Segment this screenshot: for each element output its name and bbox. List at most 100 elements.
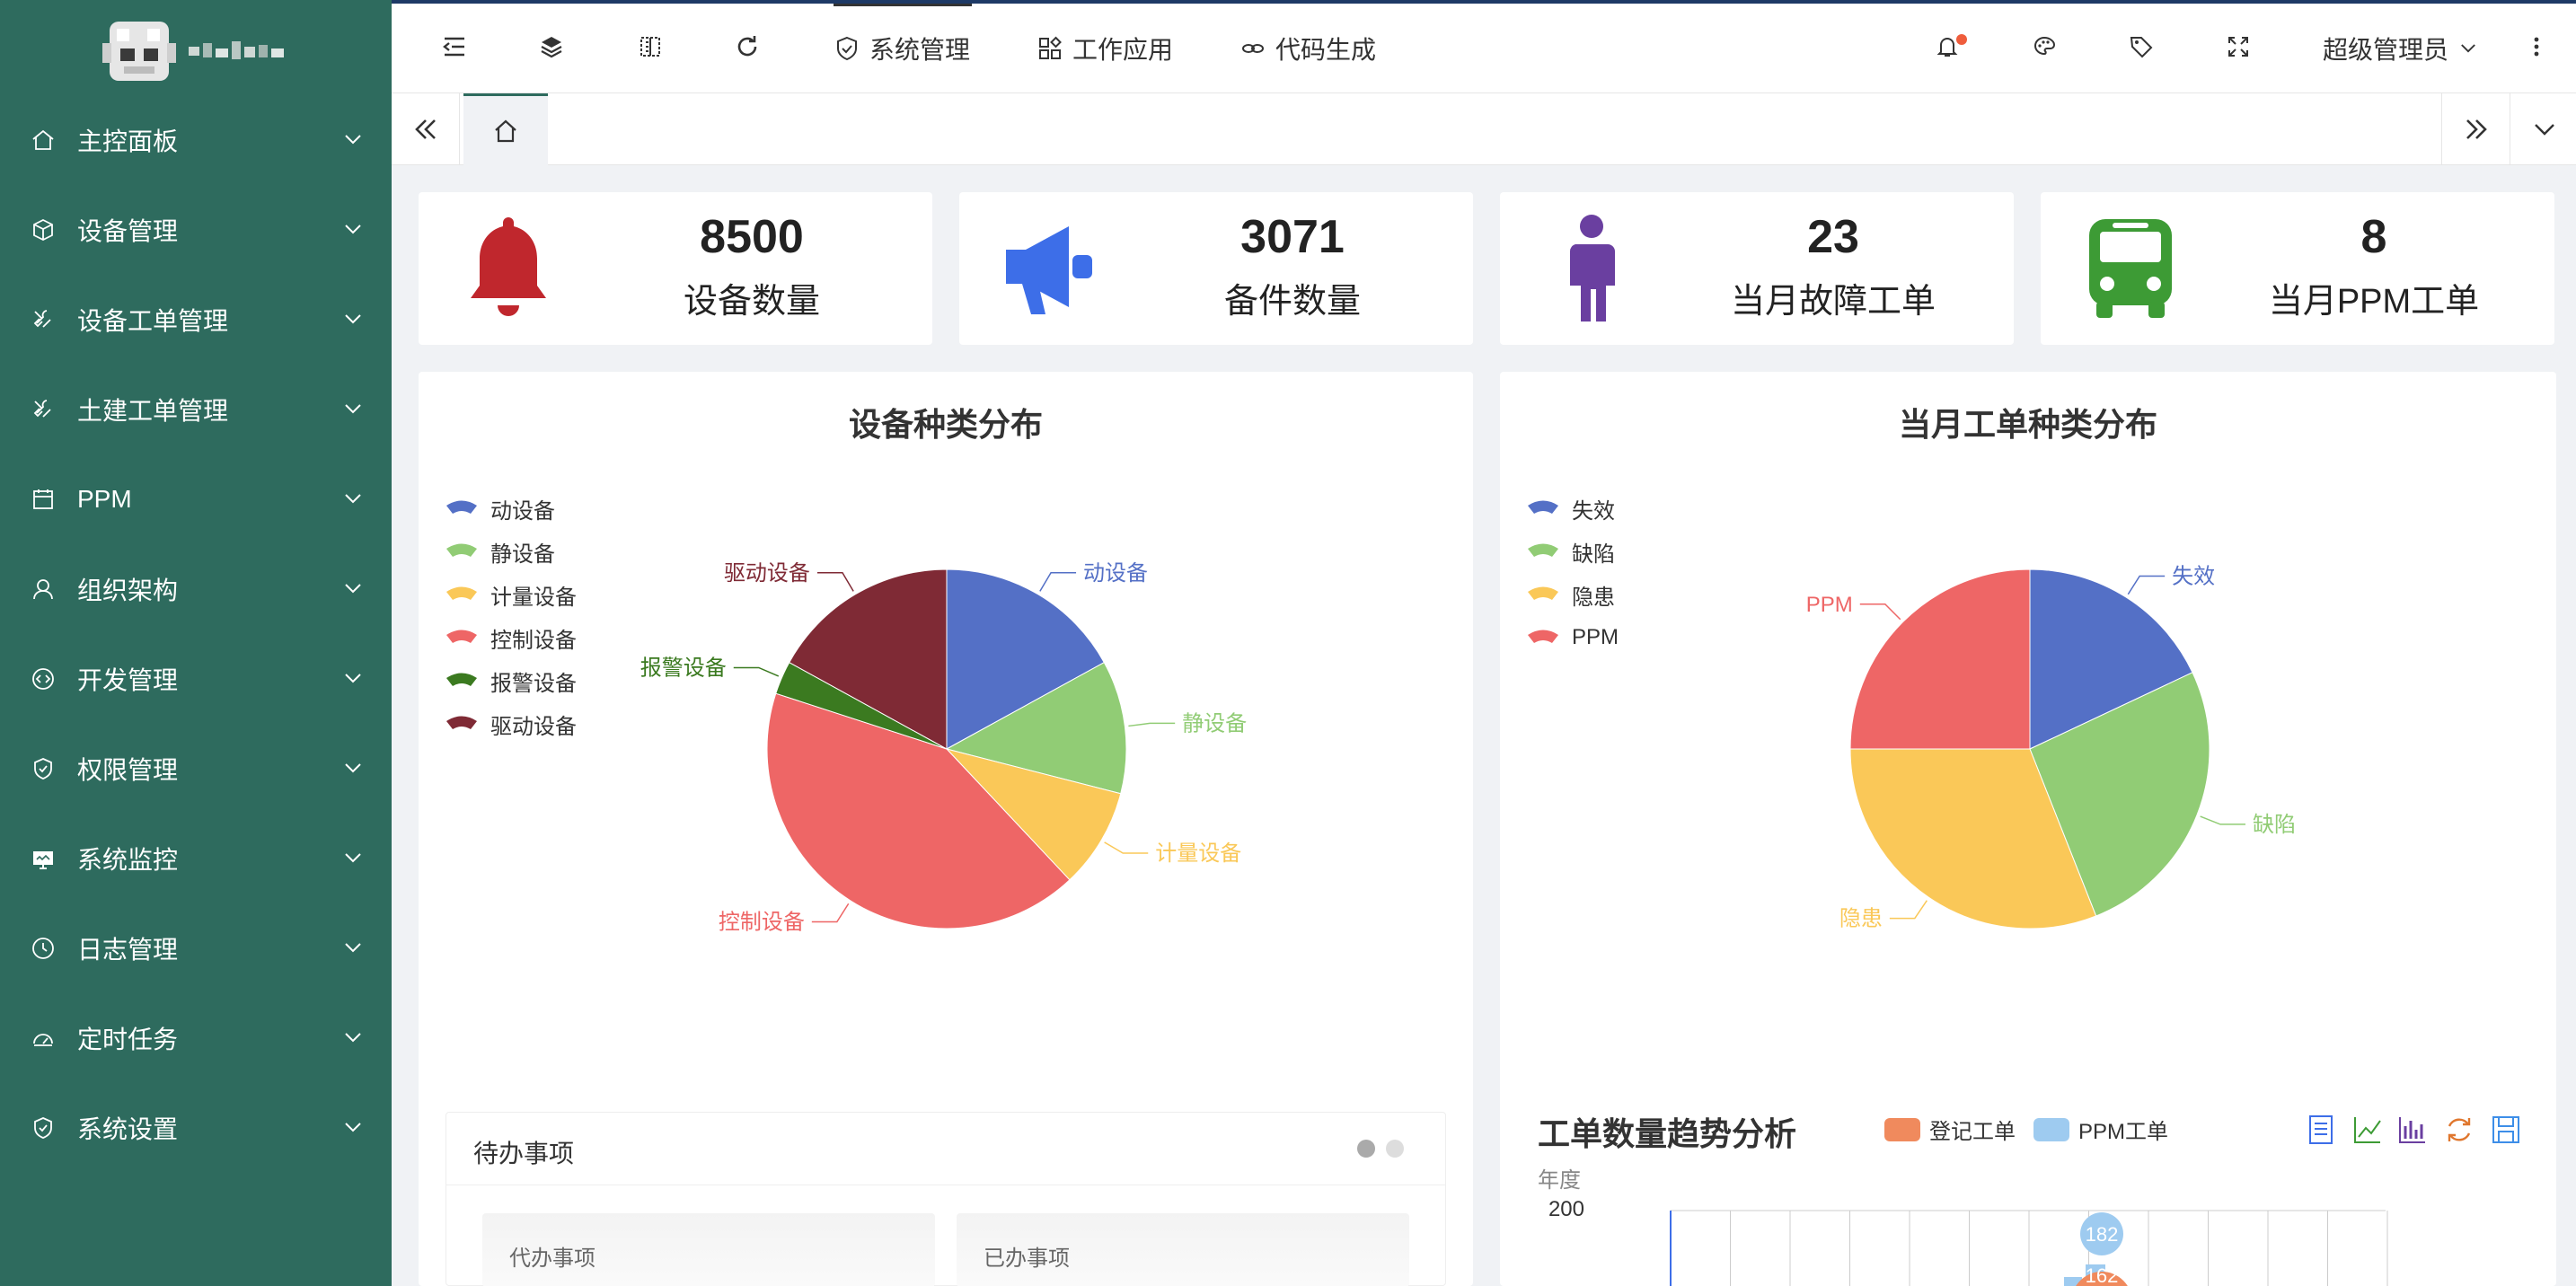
chevron-down-icon xyxy=(345,135,361,145)
sidebar-item[interactable]: 定时任务 xyxy=(0,993,392,1083)
sidebar-item[interactable]: 设备管理 xyxy=(0,185,392,275)
pie-data-label: 控制设备 xyxy=(719,911,805,935)
home-icon xyxy=(32,129,54,150)
sidebar-item-label: 开发管理 xyxy=(77,666,179,694)
chevron-down-icon xyxy=(345,494,361,504)
megaphone-icon xyxy=(1006,226,1092,314)
pie-data-label: 缺陷 xyxy=(2253,813,2296,837)
stat-value: 8 xyxy=(2360,211,2387,263)
user-menu[interactable]: 超级管理员 xyxy=(2323,31,2479,66)
nav-system-label: 系统管理 xyxy=(869,36,971,64)
pie-data-label: 动设备 xyxy=(1083,561,1148,586)
sidebar-item-label: 组织架构 xyxy=(77,577,179,604)
pending-items-label: 代办事项 xyxy=(509,1246,595,1271)
legend-registered-orders[interactable]: 登记工单 xyxy=(1884,1114,2016,1145)
fullscreen-icon[interactable] xyxy=(2222,31,2254,63)
pie-data-label: 报警设备 xyxy=(640,656,727,680)
done-items-card[interactable]: 已办事项 xyxy=(957,1213,1409,1286)
shield-icon xyxy=(34,1117,52,1139)
top-header: 系统管理 工作应用 代码生成 超级管理员 xyxy=(392,4,2576,93)
chevron-down-icon xyxy=(345,314,361,324)
tab-options-chevron-icon[interactable] xyxy=(2510,93,2576,165)
dashboard-layout-icon[interactable] xyxy=(634,31,666,63)
restore-icon[interactable] xyxy=(2443,1114,2475,1146)
more-vertical-icon[interactable] xyxy=(2520,31,2553,63)
line-chart-icon[interactable] xyxy=(2351,1114,2384,1146)
tab-scroll-right-icon[interactable] xyxy=(2441,93,2510,165)
user-name: 超级管理员 xyxy=(2323,36,2449,64)
link-icon xyxy=(1242,44,1264,53)
logo[interactable] xyxy=(0,0,392,95)
todo-panel: 待办事项 代办事项 已办事项 xyxy=(446,1112,1446,1286)
data-view-icon[interactable] xyxy=(2305,1114,2337,1146)
nav-active-indicator xyxy=(834,4,972,6)
sidebar-item[interactable]: 主控面板 xyxy=(0,95,392,185)
sidebar-item[interactable]: 系统监控 xyxy=(0,814,392,903)
nav-code-generation[interactable]: 代码生成 xyxy=(1239,31,1376,66)
pie-data-label: 计量设备 xyxy=(1155,841,1241,866)
layers-icon[interactable] xyxy=(535,31,568,63)
sidebar-item[interactable]: 权限管理 xyxy=(0,724,392,814)
pie-label-line xyxy=(1128,722,1176,727)
tag-icon[interactable] xyxy=(2125,31,2157,63)
collapse-sidebar-icon[interactable] xyxy=(438,31,471,63)
carousel-dot[interactable] xyxy=(1386,1140,1404,1158)
stat-label: 备件数量 xyxy=(1223,283,1361,321)
theme-palette-icon[interactable] xyxy=(2028,31,2060,63)
save-image-icon[interactable] xyxy=(2490,1114,2522,1146)
sidebar-item-label: 权限管理 xyxy=(77,756,179,784)
sidebar-item[interactable]: PPM xyxy=(0,454,392,544)
sidebar-item[interactable]: 系统设置 xyxy=(0,1083,392,1173)
bus-icon xyxy=(2089,219,2172,318)
logo-icon xyxy=(101,16,178,88)
carousel-dot-active[interactable] xyxy=(1357,1140,1375,1158)
pie-label-line xyxy=(811,903,850,923)
work-order-pie-chart: 失效缺陷隐患 PPM xyxy=(1806,564,2296,931)
person-icon xyxy=(1569,215,1615,322)
pie-label-line xyxy=(1859,603,1901,621)
chevron-down-icon xyxy=(345,763,361,773)
chevron-down-icon xyxy=(345,225,361,234)
sidebar-item[interactable]: 日志管理 xyxy=(0,903,392,993)
nav-system-management[interactable]: 系统管理 xyxy=(834,31,970,66)
legend-swatch xyxy=(2033,1117,2069,1141)
stat-value: 23 xyxy=(1807,211,1859,263)
pie-data-label: 隐患 xyxy=(1839,907,1883,931)
pie-label-line xyxy=(2200,815,2245,825)
calendar-icon xyxy=(33,489,53,509)
refresh-icon[interactable] xyxy=(731,31,763,63)
sidebar-item-label: 设备工单管理 xyxy=(77,307,229,335)
bar-chart-icon[interactable] xyxy=(2396,1114,2429,1146)
chevron-down-icon xyxy=(345,1123,361,1132)
sidebar-item-label: 土建工单管理 xyxy=(77,397,229,425)
pending-items-card[interactable]: 代办事项 xyxy=(482,1213,935,1286)
tab-scroll-left-icon[interactable] xyxy=(392,93,460,165)
nav-work-apps[interactable]: 工作应用 xyxy=(1037,31,1173,66)
sidebar-item[interactable]: 开发管理 xyxy=(0,634,392,724)
legend-label: PPM工单 xyxy=(2078,1120,2169,1144)
tab-home[interactable] xyxy=(463,93,548,165)
chevron-down-icon xyxy=(345,1033,361,1043)
notification-bell-icon[interactable] xyxy=(1931,31,1967,63)
stat-card-ppm-orders: 8 当月PPM工单 xyxy=(2041,192,2554,345)
sidebar-item-label: 设备管理 xyxy=(77,217,179,245)
legend-ppm-orders[interactable]: PPM工单 xyxy=(2033,1114,2168,1145)
trend-chart-subtitle: 年度 xyxy=(1538,1168,1581,1193)
notification-dot xyxy=(1956,34,1967,45)
sidebar-item-label: 主控面板 xyxy=(77,128,179,155)
sidebar-item[interactable]: 设备工单管理 xyxy=(0,275,392,365)
tab-bar xyxy=(392,93,2576,165)
legend-label: 登记工单 xyxy=(1929,1120,2016,1144)
stat-card-fault-orders: 23 当月故障工单 xyxy=(1500,192,2014,345)
sidebar-item[interactable]: 组织架构 xyxy=(0,544,392,634)
apps-icon xyxy=(1039,36,1062,59)
pie-slice[interactable] xyxy=(1849,568,2031,750)
sidebar-item[interactable]: 土建工单管理 xyxy=(0,365,392,454)
pie-data-label: PPM xyxy=(1806,593,1853,617)
pie-label-line xyxy=(733,666,780,677)
stat-label: 设备数量 xyxy=(683,283,820,321)
chevron-down-icon xyxy=(345,943,361,953)
clock-icon xyxy=(32,938,54,959)
logo-text-image xyxy=(189,41,284,59)
stat-card-spare-parts: 3071 备件数量 xyxy=(959,192,1473,345)
